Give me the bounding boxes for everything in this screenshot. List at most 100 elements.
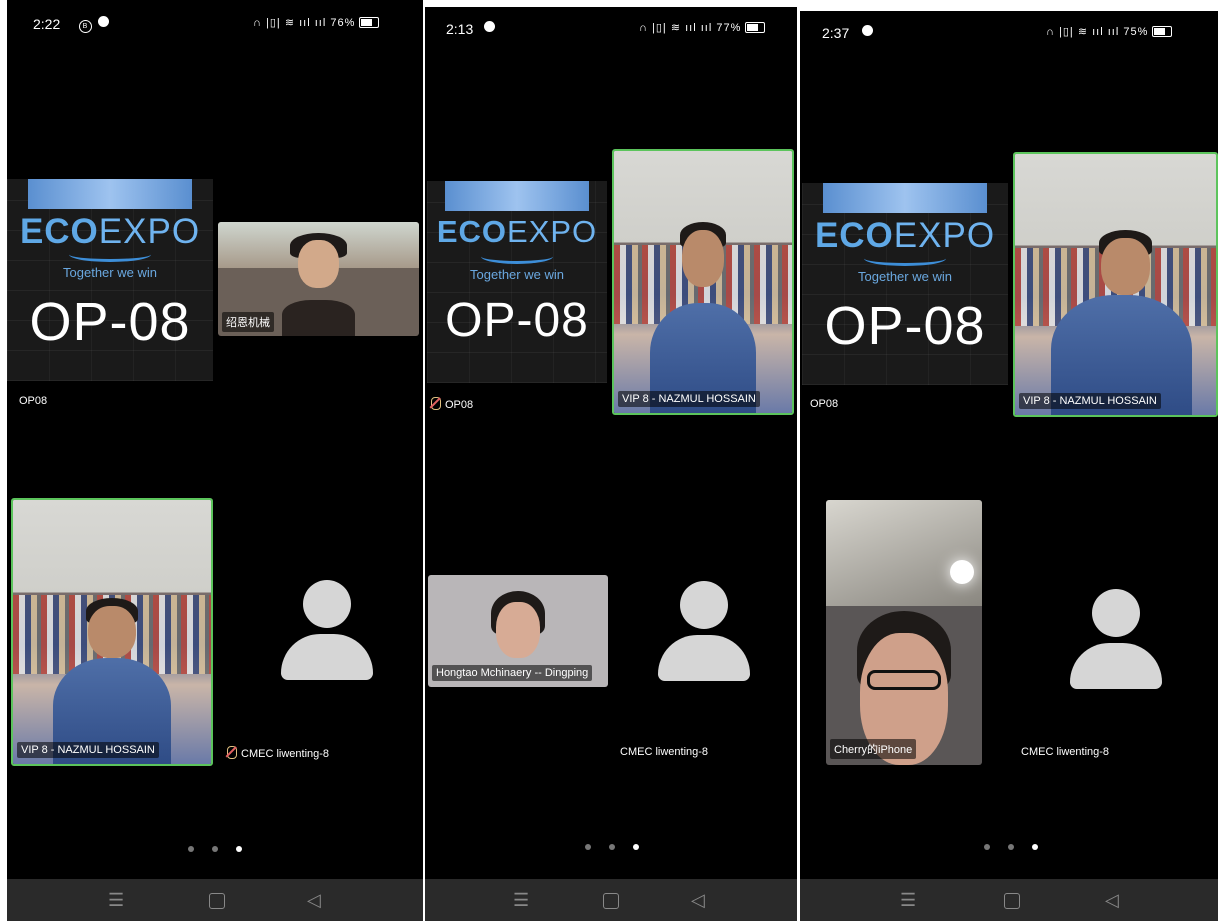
avatar-placeholder[interactable] xyxy=(1061,589,1171,693)
menu-icon[interactable]: ☰ xyxy=(513,890,529,911)
headphone-icon: ∩ xyxy=(253,17,262,29)
ceiling-light xyxy=(950,560,974,584)
video-tile-woman[interactable]: Hongtao Mchinaery -- Dingping xyxy=(428,575,608,687)
participant-name: OP08 xyxy=(19,395,48,407)
status-icons: ∩ |▯| ≋ ııl ııl 75% xyxy=(1046,25,1173,38)
vibrate-icon: |▯| xyxy=(651,22,667,34)
video-tile-nazmul[interactable]: VIP 8 - NAZMUL HOSSAIN xyxy=(1013,152,1218,417)
participant-name: CMEC liwenting-8 xyxy=(227,746,329,760)
signal-icon: ııl xyxy=(1092,26,1104,38)
video-label: VIP 8 - NAZMUL HOSSAIN xyxy=(17,742,159,758)
page-dot[interactable] xyxy=(1008,844,1014,850)
status-bar: 2:13 ∩ |▯| ≋ ııl ııl 77% xyxy=(425,7,797,53)
page-dot[interactable] xyxy=(609,844,615,850)
navigation-bar: ☰ ◁ xyxy=(7,879,423,921)
status-bar: 2:22 B ∩ |▯| ≋ ııl ııl 76% xyxy=(7,0,423,46)
messenger-icon xyxy=(862,25,873,36)
video-tile-woman[interactable]: Cherry的iPhone xyxy=(826,500,982,765)
back-icon[interactable]: ◁ xyxy=(307,890,321,911)
battery-icon xyxy=(1152,26,1173,37)
page-dot[interactable] xyxy=(212,846,218,852)
menu-icon[interactable]: ☰ xyxy=(108,890,124,911)
booth-code: OP-08 xyxy=(445,294,589,347)
back-icon[interactable]: ◁ xyxy=(1105,890,1119,911)
home-icon[interactable] xyxy=(603,893,619,909)
eco-expo-logo: ECOEXPO xyxy=(19,212,201,251)
signal-icon: ııl xyxy=(299,17,311,29)
video-label: VIP 8 - NAZMUL HOSSAIN xyxy=(618,391,760,407)
video-tile-woman[interactable]: 绍恩机械 xyxy=(218,222,419,336)
back-icon[interactable]: ◁ xyxy=(691,890,705,911)
navigation-bar: ☰ ◁ xyxy=(425,879,797,921)
page-dot-active[interactable] xyxy=(633,844,639,850)
banner-image xyxy=(27,179,193,209)
home-icon[interactable] xyxy=(1004,893,1020,909)
battery-percent: 77% xyxy=(716,22,742,34)
status-bar: 2:37 ∩ |▯| ≋ ııl ııl 75% xyxy=(800,11,1218,57)
booth-code: OP-08 xyxy=(29,292,191,352)
eco-expo-card[interactable]: ECOEXPO Together we win OP-08 xyxy=(427,181,607,383)
page-dot-active[interactable] xyxy=(236,846,242,852)
phone-screen-3: 2:37 ∩ |▯| ≋ ııl ııl 75% ECOEXPO Togethe… xyxy=(800,11,1218,921)
messenger-icon xyxy=(484,21,495,32)
battery-percent: 76% xyxy=(330,17,356,29)
eco-expo-logo: ECOEXPO xyxy=(436,214,598,249)
headphone-icon: ∩ xyxy=(1046,26,1055,38)
phone-screen-2: 2:13 ∩ |▯| ≋ ııl ııl 77% ECOEXPO Togethe… xyxy=(425,7,797,921)
battery-icon xyxy=(745,22,766,33)
b-icon: B xyxy=(79,20,92,33)
status-time: 2:13 xyxy=(446,21,474,37)
home-icon[interactable] xyxy=(209,893,225,909)
mic-muted-icon xyxy=(431,397,441,410)
eco-expo-card[interactable]: ECOEXPO Together we win OP-08 xyxy=(802,183,1008,385)
wifi-icon: ≋ xyxy=(670,22,682,34)
signal-icon: ııl xyxy=(700,22,713,34)
signal-icon: ııl xyxy=(685,22,697,34)
phone-screen-1: 2:22 B ∩ |▯| ≋ ııl ııl 76% ECOEXPO Toget… xyxy=(7,0,423,921)
glasses xyxy=(866,669,942,690)
wifi-icon: ≋ xyxy=(1077,26,1089,38)
vibrate-icon: |▯| xyxy=(265,17,281,29)
vibrate-icon: |▯| xyxy=(1058,26,1074,38)
page-dot[interactable] xyxy=(188,846,194,852)
tagline: Together we win xyxy=(470,267,564,282)
status-time: 2:37 xyxy=(822,25,850,41)
page-indicator[interactable] xyxy=(179,846,251,852)
page-dot[interactable] xyxy=(984,844,990,850)
video-label: Hongtao Mchinaery -- Dingping xyxy=(432,665,593,681)
video-label: 绍恩机械 xyxy=(222,312,274,332)
battery-percent: 75% xyxy=(1123,26,1149,38)
avatar-placeholder[interactable] xyxy=(649,581,759,685)
menu-icon[interactable]: ☰ xyxy=(900,890,916,911)
video-tile-nazmul[interactable]: VIP 8 - NAZMUL HOSSAIN xyxy=(11,498,213,766)
status-time: 2:22 xyxy=(33,16,61,32)
participant-name: CMEC liwenting-8 xyxy=(620,746,709,758)
page-indicator[interactable] xyxy=(576,844,648,850)
status-icons: ∩ |▯| ≋ ııl ııl 77% xyxy=(639,21,766,34)
page-dot-active[interactable] xyxy=(1032,844,1038,850)
signal-icon: ııl xyxy=(1107,26,1120,38)
eco-expo-logo: ECOEXPO xyxy=(814,216,996,255)
page-indicator[interactable] xyxy=(975,844,1047,850)
banner-image xyxy=(822,183,988,213)
banner-image xyxy=(445,181,589,211)
mic-muted-icon xyxy=(227,746,237,759)
video-label: VIP 8 - NAZMUL HOSSAIN xyxy=(1019,393,1161,409)
avatar-placeholder[interactable] xyxy=(272,580,382,684)
video-tile-nazmul[interactable]: VIP 8 - NAZMUL HOSSAIN xyxy=(612,149,794,415)
status-icons: ∩ |▯| ≋ ııl ııl 76% xyxy=(253,16,380,29)
video-label: Cherry的iPhone xyxy=(830,739,917,759)
messenger-icon xyxy=(98,16,109,27)
signal-icon: ııl xyxy=(314,17,327,29)
tagline: Together we win xyxy=(858,269,952,284)
booth-code: OP-08 xyxy=(824,296,986,356)
eco-expo-card[interactable]: ECOEXPO Together we win OP-08 xyxy=(7,179,213,381)
participant-name: OP08 xyxy=(810,398,839,410)
wifi-icon: ≋ xyxy=(284,17,296,29)
tagline: Together we win xyxy=(63,265,157,280)
participant-name: CMEC liwenting-8 xyxy=(1021,746,1110,758)
page-dot[interactable] xyxy=(585,844,591,850)
navigation-bar: ☰ ◁ xyxy=(800,879,1218,921)
participant-name: OP08 xyxy=(431,397,473,411)
headphone-icon: ∩ xyxy=(639,22,648,34)
